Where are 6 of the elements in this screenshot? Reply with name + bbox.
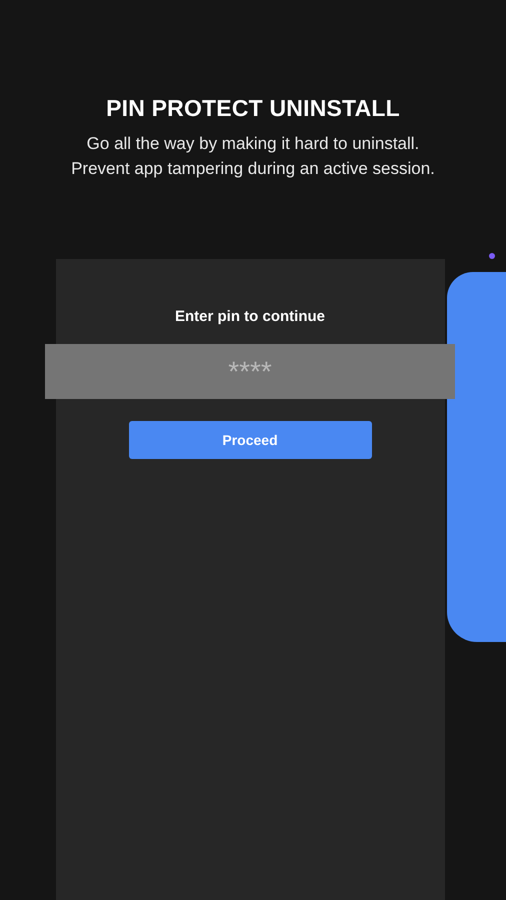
page-title: PIN PROTECT UNINSTALL	[106, 94, 400, 123]
subtitle-line: Go all the way by making it hard to uninstall.	[86, 133, 420, 155]
proceed-button[interactable]: Proceed	[128, 421, 372, 459]
pin-field[interactable]: ****	[45, 344, 455, 399]
subtitle-line: Prevent app tampering during an active session.	[71, 158, 435, 180]
pin-prompt: Enter pin to continue	[175, 307, 325, 327]
